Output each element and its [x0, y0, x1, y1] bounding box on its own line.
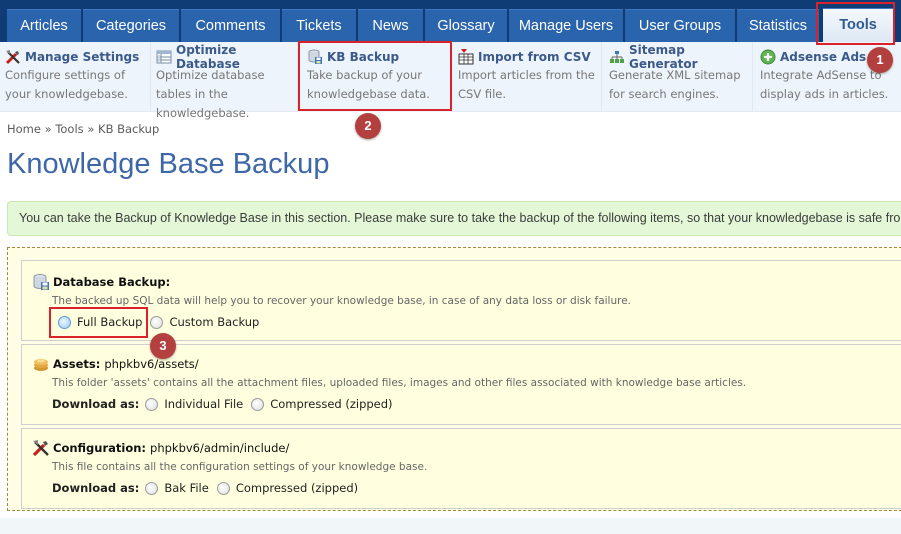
custom-backup-option[interactable]: Custom Backup [150, 315, 259, 329]
submenu-kb-backup[interactable]: KB Backup Take backup of your knowledgeb… [298, 42, 451, 112]
tab-categories[interactable]: Categories [83, 9, 179, 42]
main-nav-tabs: Articles Categories Comments Tickets New… [0, 0, 901, 42]
tab-articles[interactable]: Articles [7, 9, 81, 42]
submenu-desc: Configure settings of your knowledgebase… [5, 68, 128, 101]
page-title: Knowledge Base Backup [7, 148, 330, 180]
full-backup-option[interactable]: Full Backup [58, 315, 142, 329]
database-save-icon [307, 49, 323, 65]
submenu-desc: Import articles from the CSV file. [458, 68, 595, 101]
database-backup-section: Database Backup: The backed up SQL data … [21, 260, 901, 341]
full-backup-label: Full Backup [77, 315, 143, 329]
configuration-title: Configuration: [53, 441, 147, 455]
tab-tickets[interactable]: Tickets [282, 9, 356, 42]
tools-icon [5, 49, 21, 65]
tab-tools[interactable]: Tools [823, 8, 893, 42]
configuration-bak-radio[interactable] [145, 481, 159, 495]
database-save-icon [32, 273, 50, 291]
tab-glossary[interactable]: Glossary [425, 9, 507, 42]
assets-title: Assets: [53, 357, 101, 371]
breadcrumb: Home » Tools » KB Backup [7, 122, 159, 136]
breadcrumb-separator: » [44, 122, 52, 136]
submenu-title: KB Backup [327, 50, 400, 64]
database-backup-title: Database Backup: [53, 275, 171, 289]
database-table-icon [156, 49, 172, 65]
full-backup-radio[interactable] [58, 315, 71, 329]
custom-backup-label: Custom Backup [169, 315, 260, 329]
step-badge-3: 3 [150, 333, 176, 359]
configuration-download-label: Download as: [52, 481, 140, 495]
configuration-bak-option[interactable]: Bak File [145, 481, 209, 495]
submenu-title: Import from CSV [478, 50, 591, 64]
step-badge-2: 2 [355, 113, 381, 139]
submenu-import-csv[interactable]: Import from CSV Import articles from the… [451, 42, 602, 112]
tools-submenu: Manage Settings Configure settings of yo… [0, 42, 901, 120]
sitemap-icon [609, 49, 625, 65]
footer-strip [0, 518, 901, 534]
database-backup-desc: The backed up SQL data will help you to … [52, 295, 632, 307]
tab-comments[interactable]: Comments [181, 9, 280, 42]
assets-section: Assets: phpkbv6/assets/ This folder 'ass… [21, 344, 901, 425]
breadcrumb-tools[interactable]: Tools [55, 122, 83, 136]
assets-path: phpkbv6/assets/ [104, 357, 199, 371]
step-badge-1: 1 [867, 47, 893, 73]
assets-individual-label: Individual File [164, 397, 244, 411]
tab-manage-users[interactable]: Manage Users [509, 9, 623, 42]
tab-news[interactable]: News [358, 9, 423, 42]
add-circle-icon [760, 49, 776, 65]
info-message: You can take the Backup of Knowledge Bas… [7, 201, 901, 236]
assets-compressed-option[interactable]: Compressed (zipped) [251, 397, 393, 411]
assets-individual-radio[interactable] [145, 397, 159, 411]
breadcrumb-home[interactable]: Home [7, 122, 41, 136]
configuration-desc: This file contains all the configuration… [52, 461, 428, 473]
tools-icon [32, 439, 50, 457]
tab-statistics[interactable]: Statistics [737, 9, 819, 42]
submenu-title: Manage Settings [25, 50, 140, 64]
import-csv-icon [458, 49, 474, 65]
submenu-desc: Optimize database tables in the knowledg… [156, 68, 265, 120]
submenu-sitemap-generator[interactable]: Sitemap Generator Generate XML sitemap f… [602, 42, 753, 112]
configuration-compressed-radio[interactable] [216, 481, 230, 495]
assets-download-label: Download as: [52, 397, 140, 411]
submenu-desc: Generate XML sitemap for search engines. [609, 68, 741, 101]
breadcrumb-current: KB Backup [98, 122, 160, 136]
submenu-desc: Take backup of your knowledgebase data. [307, 68, 430, 101]
assets-compressed-radio[interactable] [251, 397, 265, 411]
configuration-compressed-option[interactable]: Compressed (zipped) [216, 481, 359, 495]
breadcrumb-separator: » [87, 122, 95, 136]
backup-options-panel: Database Backup: The backed up SQL data … [7, 247, 901, 511]
submenu-title: Adsense Ads [780, 50, 867, 64]
assets-desc: This folder 'assets' contains all the at… [52, 377, 747, 389]
assets-compressed-label: Compressed (zipped) [270, 397, 393, 411]
configuration-section: Configuration: phpkbv6/admin/include/ Th… [21, 428, 901, 509]
submenu-optimize-database[interactable]: Optimize Database Optimize database tabl… [151, 42, 298, 120]
coins-icon [32, 355, 50, 373]
configuration-path: phpkbv6/admin/include/ [150, 441, 290, 455]
assets-individual-option[interactable]: Individual File [145, 397, 243, 411]
configuration-bak-label: Bak File [164, 481, 209, 495]
custom-backup-radio[interactable] [150, 315, 164, 329]
configuration-compressed-label: Compressed (zipped) [235, 481, 359, 495]
tab-user-groups[interactable]: User Groups [625, 9, 735, 42]
submenu-manage-settings[interactable]: Manage Settings Configure settings of yo… [0, 42, 151, 112]
